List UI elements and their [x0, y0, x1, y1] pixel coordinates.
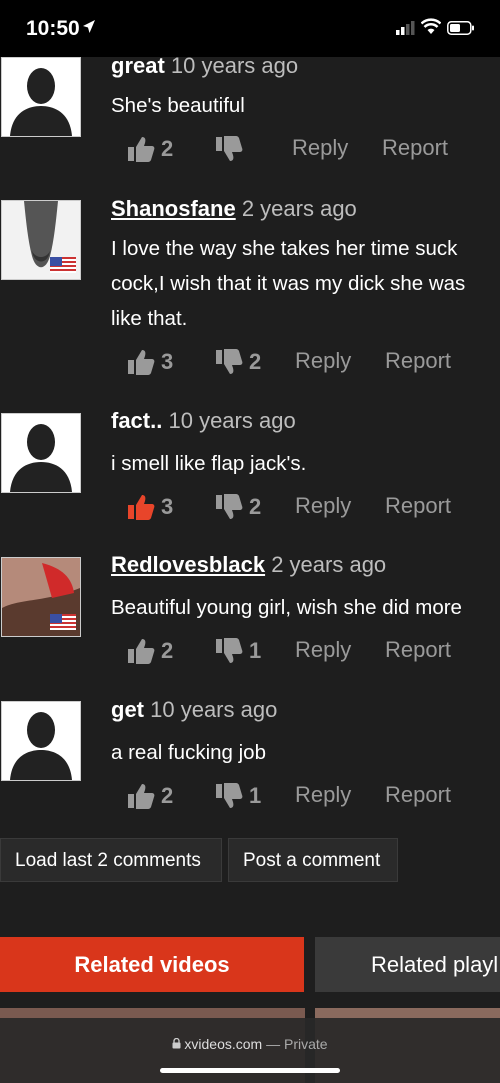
comment-author[interactable]: Shanosfane [111, 196, 236, 221]
comment-actions: 3 2 Reply Report [127, 493, 500, 523]
reply-link[interactable]: Reply [292, 135, 348, 161]
comment-date: 10 years ago [168, 408, 296, 433]
reply-link[interactable]: Reply [295, 493, 351, 519]
report-link[interactable]: Report [385, 637, 451, 663]
thumbs-down-icon [216, 494, 243, 519]
like-count: 3 [161, 494, 174, 519]
like-button[interactable]: 2 [127, 637, 173, 665]
default-avatar-icon [10, 68, 72, 136]
comment-actions: 3 2 Reply Report [127, 348, 500, 378]
tab-related-playlists[interactable]: Related playl [315, 937, 500, 992]
comment-text: Beautiful young girl, wish she did more [111, 596, 462, 619]
thumbs-down-icon [216, 136, 243, 161]
comment-date: 10 years ago [150, 697, 278, 722]
reply-link[interactable]: Reply [295, 782, 351, 808]
dislike-count: 1 [249, 638, 262, 663]
comment-author[interactable]: fact.. [111, 408, 162, 433]
like-count: 2 [161, 783, 174, 808]
comment-header: fact.. 10 years ago [111, 408, 296, 434]
us-flag-icon [50, 257, 76, 273]
comment-header: great 10 years ago [111, 53, 298, 79]
comment-date: 2 years ago [241, 196, 357, 221]
dislike-button[interactable]: 1 [215, 637, 261, 665]
thumbs-up-icon [128, 639, 155, 664]
report-link[interactable]: Report [385, 493, 451, 519]
comment-author[interactable]: get [111, 697, 144, 722]
reply-link[interactable]: Reply [295, 637, 351, 663]
dislike-count: 2 [249, 349, 262, 374]
dislike-count: 2 [249, 494, 262, 519]
like-button[interactable]: 2 [127, 782, 173, 810]
private-mode-label: Private [284, 1036, 328, 1052]
dislike-button[interactable]: 1 [215, 782, 261, 810]
comment-header: get 10 years ago [111, 697, 277, 723]
browser-url-bar[interactable]: xvideos.com — Private [0, 1018, 500, 1083]
default-avatar-icon [10, 712, 72, 780]
dislike-button[interactable]: 2 [215, 493, 261, 521]
thumbs-down-icon [216, 783, 243, 808]
thumbs-up-icon [128, 137, 155, 162]
avatar[interactable] [1, 413, 81, 493]
thumbs-up-icon [128, 350, 155, 375]
like-count: 2 [161, 638, 174, 663]
comment-text: i smell like flap jack's. [111, 452, 307, 475]
post-comment-button[interactable]: Post a comment [228, 838, 398, 882]
wifi-icon [420, 18, 442, 40]
like-button[interactable]: 3 [127, 493, 173, 521]
thumbs-up-icon [128, 784, 155, 809]
comment-actions: 2 1 Reply Report [127, 782, 500, 812]
status-bar: 10:50 [0, 0, 500, 57]
address-display[interactable]: xvideos.com — Private [0, 1036, 500, 1052]
avatar[interactable] [1, 200, 81, 280]
dislike-count: 1 [249, 783, 262, 808]
comment-date: 10 years ago [170, 53, 299, 78]
dislike-button[interactable] [215, 135, 249, 163]
comment-header: Shanosfane 2 years ago [111, 196, 357, 222]
thumbs-down-icon [216, 638, 243, 663]
like-count: 2 [161, 136, 174, 161]
report-link[interactable]: Report [382, 135, 448, 161]
thumbs-up-icon [128, 495, 155, 520]
comment-author[interactable]: Redlovesblack [111, 552, 265, 577]
reply-link[interactable]: Reply [295, 348, 351, 374]
comment-actions: 2 1 Reply Report [127, 637, 500, 667]
location-arrow-icon [82, 19, 96, 40]
lock-icon [172, 1036, 181, 1052]
report-link[interactable]: Report [385, 782, 451, 808]
cellular-signal-icon [396, 21, 416, 40]
comment-header: Redlovesblack 2 years ago [111, 552, 386, 578]
avatar[interactable] [1, 557, 81, 637]
thumbs-down-icon [216, 349, 243, 374]
avatar[interactable] [1, 701, 81, 781]
default-avatar-icon [10, 424, 72, 492]
home-indicator[interactable] [160, 1068, 340, 1073]
battery-icon [447, 21, 475, 40]
load-more-comments-button[interactable]: Load last 2 comments [0, 838, 222, 882]
dislike-button[interactable]: 2 [215, 348, 261, 376]
like-count: 3 [161, 349, 174, 374]
comment-text: I love the way she takes her time suck c… [111, 237, 466, 330]
url-separator: — [266, 1036, 281, 1052]
comment-author[interactable]: great [111, 53, 165, 78]
status-time: 10:50 [26, 17, 80, 40]
like-button[interactable]: 3 [127, 348, 173, 376]
avatar[interactable] [1, 57, 81, 137]
comment-text: a real fucking job [111, 741, 266, 764]
comment-text: She's beautiful [111, 94, 245, 117]
report-link[interactable]: Report [385, 348, 451, 374]
like-button[interactable]: 2 [127, 135, 173, 163]
url-domain: xvideos.com [184, 1036, 263, 1052]
tab-related-videos[interactable]: Related videos [0, 937, 304, 992]
comment-date: 2 years ago [271, 552, 387, 577]
us-flag-icon [50, 614, 76, 630]
comment-actions: 2 Reply Report [127, 135, 500, 165]
